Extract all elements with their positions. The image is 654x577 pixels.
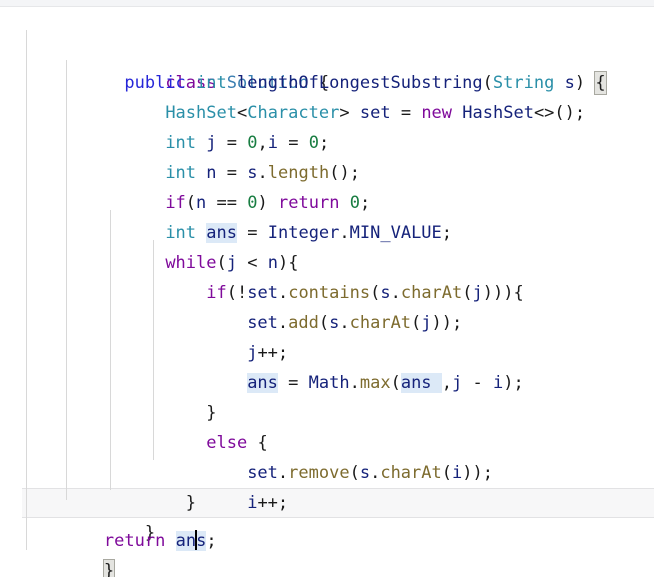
code-line[interactable]: } [0,368,654,423]
code-line[interactable]: int n = s.length(); [0,128,654,183]
token-var-ans-highlighted: an [175,531,197,551]
horizontal-scrollbar[interactable] [0,0,654,7]
code-line[interactable]: if(!set.contains(s.charAt(j))){ [0,248,654,303]
code-line[interactable]: else { [0,398,654,453]
code-line[interactable]: set.remove(s.charAt(i)); [0,428,654,483]
code-line[interactable]: ans = Math.max(ans ,j - i); [0,338,654,393]
code-line[interactable]: class Solution { [0,8,654,93]
code-line[interactable]: public int lengthOfLongestSubstring(Stri… [0,38,654,95]
code-line[interactable]: j++; [0,308,654,363]
token-keyword-return: return [103,531,166,551]
code-editor[interactable]: class Solution { public int lengthOfLong… [0,0,654,577]
code-line[interactable]: int ans = Integer.MIN_VALUE; [0,188,654,243]
token-var-ans-highlighted-b: s [196,531,207,551]
code-line[interactable]: int j = 0,i = 0; [0,98,654,153]
code-line[interactable]: if(n == 0) return 0; [0,158,654,213]
code-line[interactable]: } [0,458,654,513]
text-caret [195,530,198,550]
code-line[interactable]: while(j < n){ [0,218,654,273]
code-line[interactable]: HashSet<Character> set = new HashSet<>()… [0,68,654,123]
code-line-current[interactable]: return ans; [0,496,654,551]
code-line[interactable]: set.add(s.charAt(j)); [0,278,654,333]
